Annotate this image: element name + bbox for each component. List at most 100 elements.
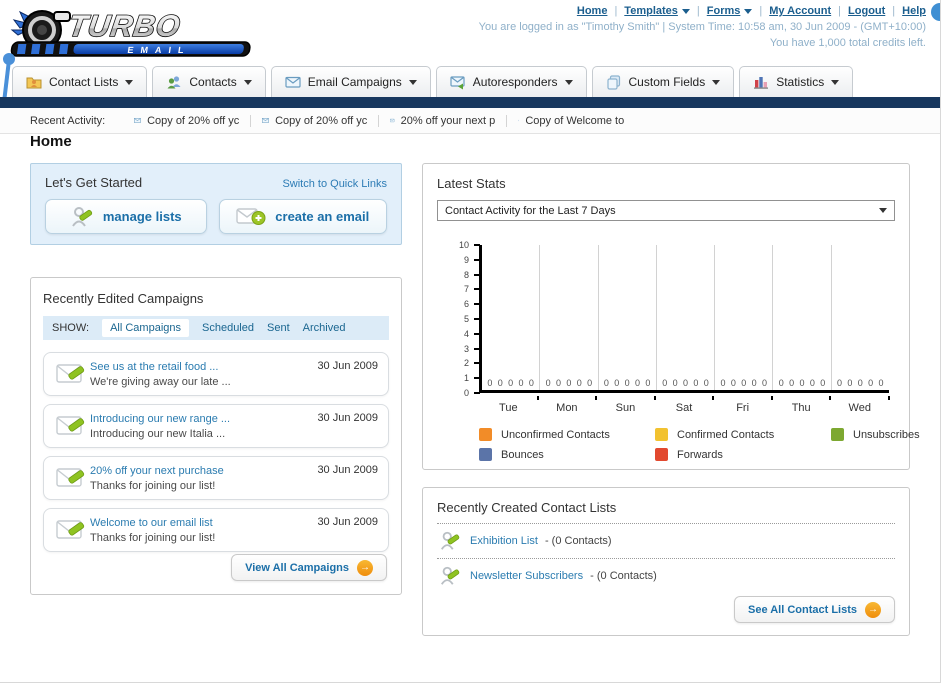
chart-value-label: 0 <box>614 378 620 388</box>
chart-value-label: 0 <box>587 378 593 388</box>
contact-list-link[interactable]: Exhibition List <box>470 535 538 547</box>
campaign-row[interactable]: See us at the retail food ... We're givi… <box>43 352 389 396</box>
x-axis-tick <box>536 396 539 400</box>
recent-activity-items: Copy of 20% off yc Copy of 20% off yc 20… <box>123 114 635 127</box>
envelope-plus-icon <box>236 207 266 225</box>
chevron-down-icon <box>125 79 134 85</box>
svg-text:EMAIL: EMAIL <box>127 45 191 55</box>
campaign-title-link[interactable]: Introducing our new range ... <box>90 412 230 426</box>
stats-select-value: Contact Activity for the Last 7 Days <box>445 204 616 217</box>
switch-quick-links[interactable]: Switch to Quick Links <box>282 178 387 190</box>
chart-day-group: 00000 <box>772 245 830 390</box>
arrow-right-icon: → <box>865 601 881 618</box>
see-all-contact-lists-button[interactable]: See All Contact Lists → <box>733 596 895 623</box>
chart-day-group: 00000 <box>714 245 772 390</box>
tab-contact-lists[interactable]: Contact Lists <box>12 66 148 97</box>
chevron-down-icon <box>681 8 690 14</box>
chart-value-label: 0 <box>868 378 874 388</box>
campaign-row[interactable]: Introducing our new range ... Introducin… <box>43 404 389 448</box>
tab-custom-fields[interactable]: Custom Fields <box>591 66 735 97</box>
legend-item: Unsubscribes <box>831 428 920 441</box>
header-link-logout[interactable]: Logout <box>831 5 885 17</box>
manage-lists-button[interactable]: manage lists <box>45 199 207 234</box>
campaign-row[interactable]: Welcome to our email list Thanks for joi… <box>43 508 389 552</box>
chevron-down-icon <box>831 79 840 85</box>
credits-text: You have 1,000 total credits left. <box>769 37 926 49</box>
filter-scheduled[interactable]: Scheduled <box>202 322 254 334</box>
help-balloon-icon[interactable] <box>931 3 940 21</box>
filter-archived[interactable]: Archived <box>303 322 346 334</box>
legend-swatch-icon <box>655 428 668 441</box>
contacts-icon <box>167 76 181 89</box>
see-all-contact-lists-label: See All Contact Lists <box>747 603 857 616</box>
legend-label: Bounces <box>501 448 544 461</box>
y-axis-tick <box>474 377 480 380</box>
contact-list-item[interactable]: Newsletter Subscribers - (0 Contacts) <box>437 559 895 593</box>
activity-item[interactable]: Copy of 20% off yc <box>123 114 252 127</box>
campaign-subtitle: We're giving away our late ... <box>90 375 231 388</box>
contact-list-count: - (0 Contacts) <box>544 535 612 547</box>
folder-contacts-icon <box>26 77 42 89</box>
legend-swatch-icon <box>655 448 668 461</box>
campaign-date: 30 Jun 2009 <box>317 516 378 528</box>
view-all-campaigns-button[interactable]: View All Campaigns → <box>231 554 387 581</box>
y-axis-tick-label: 5 <box>463 314 469 324</box>
manage-lists-label: manage lists <box>102 209 182 224</box>
campaign-row[interactable]: 20% off your next purchase Thanks for jo… <box>43 456 389 500</box>
header-link-my-account[interactable]: My Account <box>752 5 831 17</box>
campaign-title-link[interactable]: See us at the retail food ... <box>90 360 231 374</box>
x-axis-label: Mon <box>556 402 578 414</box>
tab-statistics[interactable]: Statistics <box>739 66 854 97</box>
envelope-pencil-icon <box>56 416 85 435</box>
header-link-help[interactable]: Help <box>885 5 926 17</box>
dashboard-page: TURBO EMAIL Home Templates Forms My Acco… <box>0 0 941 683</box>
activity-item[interactable]: 20% off your next p <box>379 114 508 127</box>
tab-contacts[interactable]: Contacts <box>152 66 266 97</box>
envelope-icon <box>262 117 270 124</box>
header-link-home[interactable]: Home <box>577 5 608 17</box>
chart-value-label: 0 <box>857 378 863 388</box>
stats-range-select[interactable]: Contact Activity for the Last 7 Days <box>437 200 895 221</box>
envelope-pencil-icon <box>56 364 85 383</box>
contact-list-item[interactable]: Exhibition List - (0 Contacts) <box>437 524 895 559</box>
y-axis-tick <box>474 244 480 246</box>
campaign-title-link[interactable]: 20% off your next purchase <box>90 464 224 478</box>
x-axis-tick <box>888 396 890 400</box>
chart-value-label: 0 <box>682 378 688 388</box>
y-axis-tick <box>474 303 480 306</box>
chart-day-group: 00000 <box>482 245 539 390</box>
chart-value-label: 0 <box>672 378 678 388</box>
x-axis-tick <box>829 396 832 400</box>
tab-autoresponders[interactable]: Autoresponders <box>435 66 587 97</box>
chevron-down-icon <box>744 8 753 14</box>
y-axis-tick <box>474 288 480 291</box>
chevron-down-icon <box>564 79 573 85</box>
y-axis-tick-label: 10 <box>458 240 469 250</box>
header-link-templates[interactable]: Templates <box>607 5 690 17</box>
y-axis-tick <box>474 392 480 394</box>
campaign-title-link[interactable]: Welcome to our email list <box>90 516 215 530</box>
contact-list-link[interactable]: Newsletter Subscribers <box>470 570 583 582</box>
y-axis-tick <box>474 332 480 335</box>
activity-item[interactable]: Copy of Welcome to <box>507 115 635 127</box>
turbo-email-logo-icon: TURBO EMAIL <box>10 9 251 57</box>
create-email-button[interactable]: create an email <box>218 199 387 234</box>
chart-value-label: 0 <box>556 378 562 388</box>
recently-edited-campaigns-panel: Recently Edited Campaigns SHOW: All Camp… <box>30 277 402 595</box>
legend-item: Confirmed Contacts <box>655 428 831 441</box>
activity-item-label: Copy of 20% off yc <box>275 114 368 127</box>
tab-email-campaigns[interactable]: Email Campaigns <box>270 66 431 97</box>
tab-label: Email Campaigns <box>307 75 402 89</box>
tab-label: Contacts <box>189 75 237 89</box>
y-axis-tick-label: 7 <box>463 284 469 295</box>
filter-sent[interactable]: Sent <box>267 322 290 334</box>
y-axis-tick <box>474 273 480 276</box>
y-axis-tick-label: 4 <box>463 328 469 339</box>
legend-item: Forwards <box>655 448 831 461</box>
tab-label: Contact Lists <box>49 75 119 89</box>
arrow-right-icon: → <box>357 559 373 576</box>
header-link-forms[interactable]: Forms <box>690 5 753 17</box>
filter-all-campaigns[interactable]: All Campaigns <box>102 319 189 337</box>
x-axis-tick <box>595 396 598 400</box>
activity-item[interactable]: Copy of 20% off yc <box>251 114 380 127</box>
